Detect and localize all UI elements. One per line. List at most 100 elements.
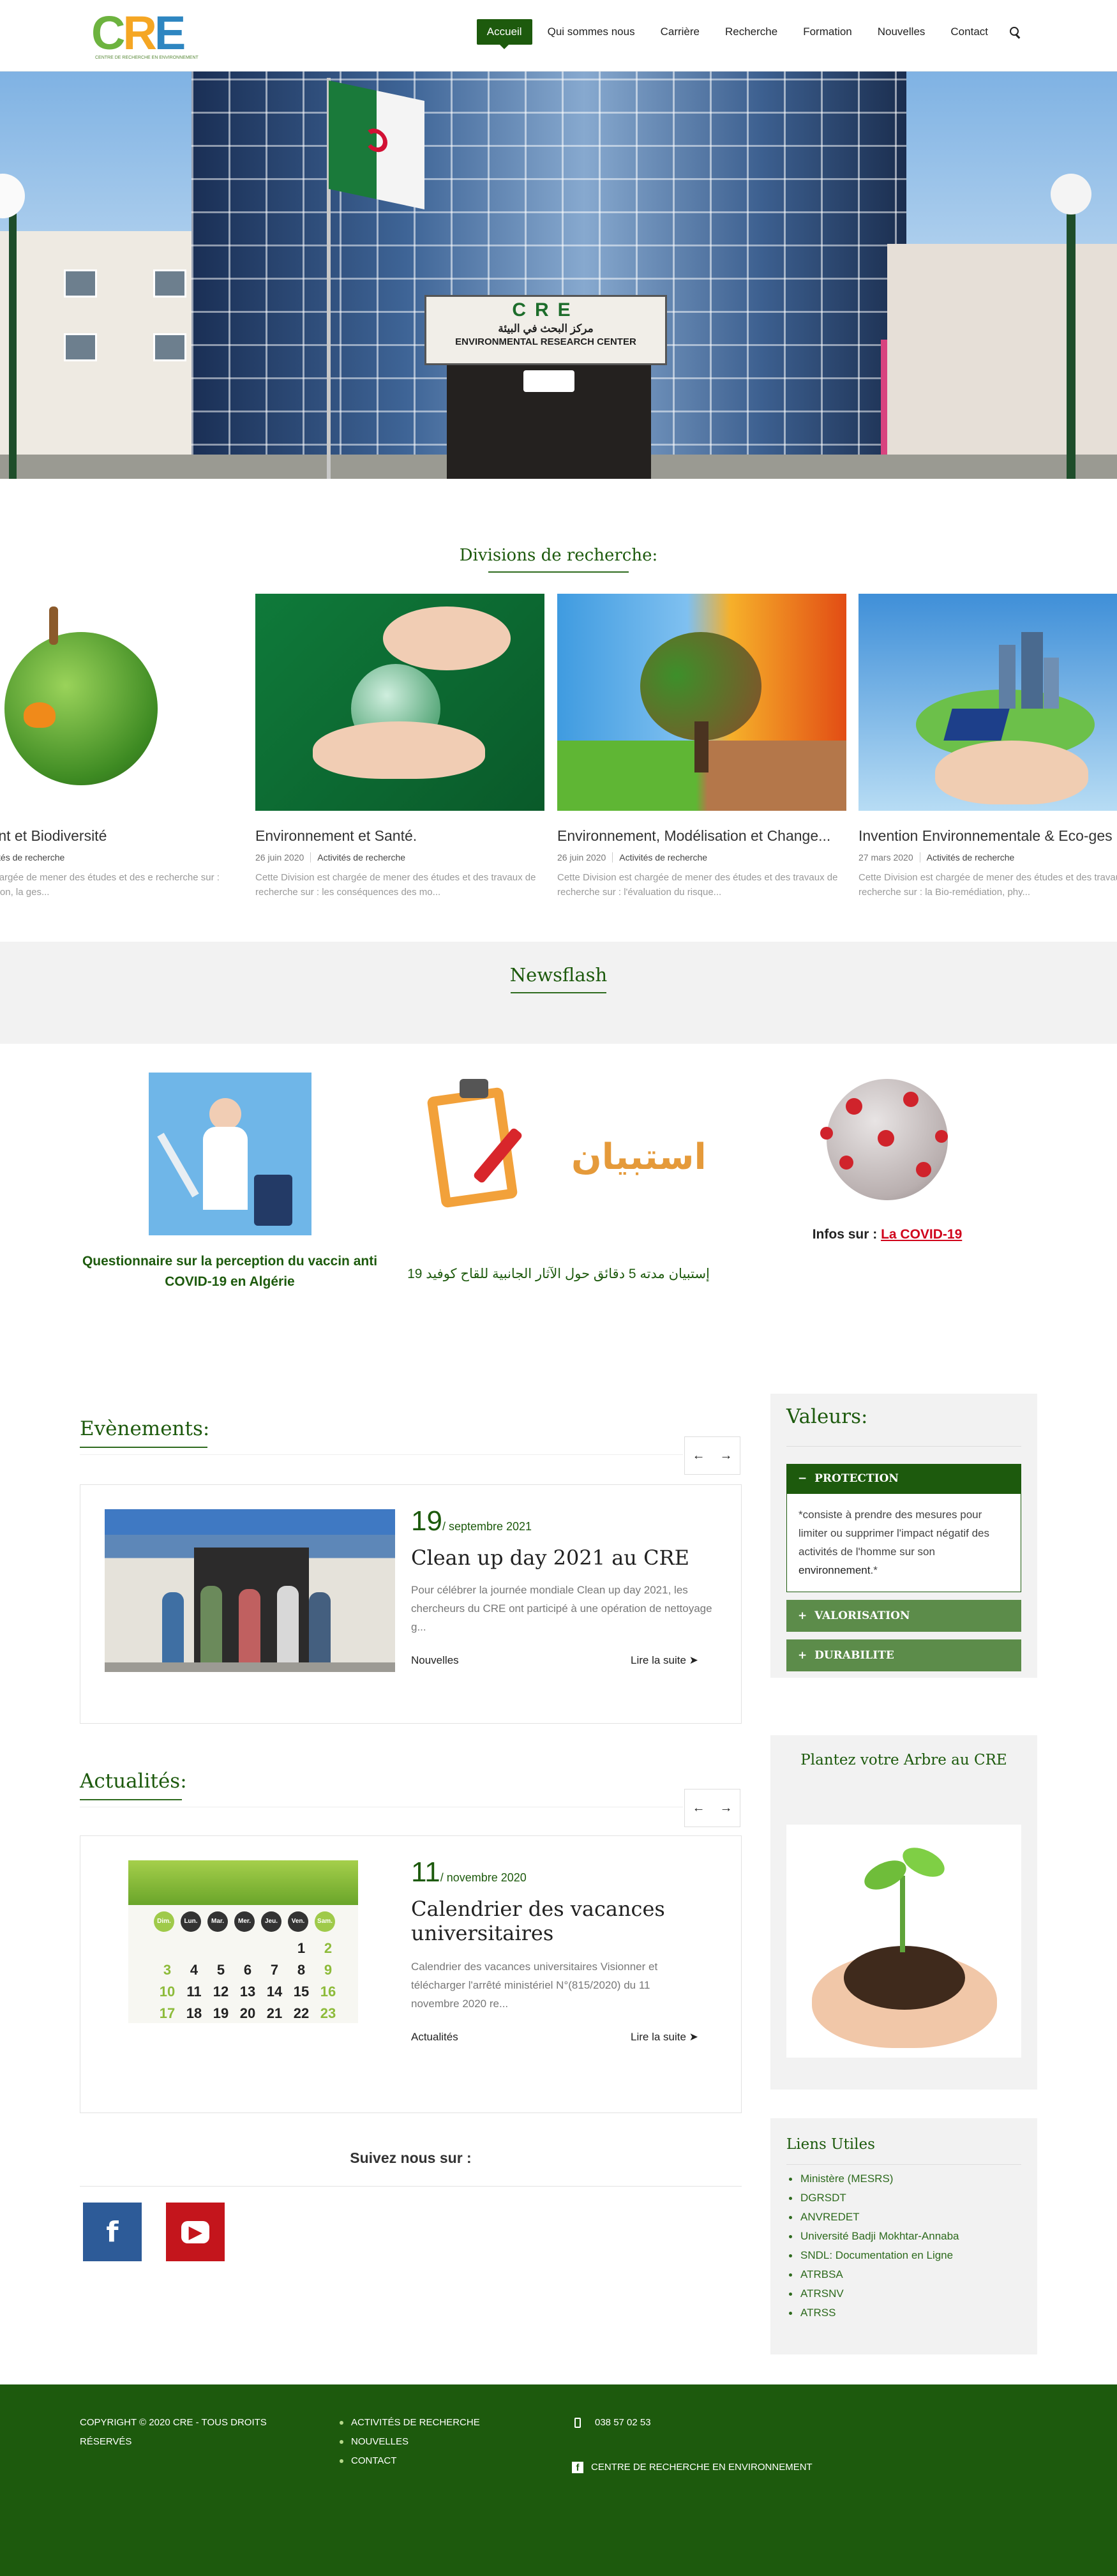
site-header: CRE CENTRE DE RECHERCHE EN ENVIRONNEMENT… bbox=[0, 0, 1117, 72]
division-desc: Cette Division est chargée de mener des … bbox=[255, 872, 536, 898]
calendar-day-number: 6 bbox=[243, 1962, 252, 1978]
nav-recherche[interactable]: Recherche bbox=[715, 19, 788, 45]
news-card: Dim. Lun. Mar. Mer. Jeu. Ven. Sam. 1 2 3 4 5 6 7 8 9 10… bbox=[80, 1835, 742, 2113]
division-title[interactable]: Invention Environnementale & Eco-ges bbox=[858, 827, 1117, 845]
divisions-carousel: nnement et Biodiversité 20Activités de r… bbox=[0, 594, 1117, 913]
sign-english: ENVIRONMENTAL RESEARCH CENTER bbox=[455, 336, 636, 347]
event-category[interactable]: Nouvelles bbox=[411, 1654, 459, 1667]
link-atrss[interactable]: ATRSS bbox=[786, 2303, 959, 2323]
vaccine-illustration[interactable] bbox=[149, 1073, 311, 1235]
calendar-day-number: 18 bbox=[186, 2005, 202, 2021]
newsflash-band: Newsflash bbox=[0, 942, 1117, 1044]
event-heading[interactable]: Clean up day 2021 au CRE bbox=[411, 1546, 717, 1570]
news-heading[interactable]: Calendrier des vacances universitaires bbox=[411, 1897, 679, 1945]
events-arrows: ← → bbox=[684, 1436, 740, 1475]
search-icon[interactable] bbox=[1008, 26, 1021, 38]
accordion-protection-body: *consiste à prendre des mesures pour lim… bbox=[786, 1493, 1021, 1592]
link-universite-annaba[interactable]: Université Badji Mokhtar-Annaba bbox=[786, 2227, 959, 2246]
division-image-health bbox=[255, 594, 544, 811]
link-mesrs[interactable]: Ministère (MESRS) bbox=[786, 2169, 959, 2188]
footer-phone: 038 57 02 53 bbox=[574, 2413, 651, 2432]
arrow-left-icon[interactable]: ← bbox=[693, 1801, 705, 1816]
calendar-weekday: Mar. bbox=[207, 1911, 228, 1932]
values-box: Valeurs: − PROTECTION *consiste à prendr… bbox=[770, 1394, 1037, 1678]
calendar-weekday: Sam. bbox=[315, 1911, 335, 1932]
events-divider bbox=[80, 1454, 683, 1455]
calendar-day-number: 2 bbox=[324, 1940, 333, 1956]
news-category[interactable]: Actualités bbox=[411, 2031, 458, 2044]
facebook-icon[interactable]: f bbox=[83, 2203, 142, 2261]
footer-link-activites[interactable]: ACTIVITÉS DE RECHERCHE bbox=[338, 2413, 480, 2432]
vaccine-caption[interactable]: Questionnaire sur la perception du vacci… bbox=[77, 1251, 383, 1292]
footer-link-contact[interactable]: CONTACT bbox=[338, 2452, 480, 2471]
nav-contact[interactable]: Contact bbox=[940, 19, 998, 45]
street-lamp-right bbox=[1051, 174, 1091, 479]
event-image[interactable] bbox=[105, 1509, 395, 1672]
division-title[interactable]: Environnement, Modélisation et Change... bbox=[557, 827, 846, 845]
hero-banner: CRE مركز البحث في البيئة ENVIRONMENTAL R… bbox=[0, 72, 1117, 479]
questionnaire-caption[interactable]: إستبيان مدته 5 دقائق حول الآثار الجانبية… bbox=[383, 1266, 734, 1282]
division-title[interactable]: Environnement et Santé. bbox=[255, 827, 544, 845]
arrow-circle-right-icon: ➤ bbox=[689, 1654, 698, 1666]
nav-accueil[interactable]: Accueil bbox=[476, 19, 532, 49]
arrow-right-icon[interactable]: → bbox=[720, 1449, 733, 1463]
link-anvredet[interactable]: ANVREDET bbox=[786, 2208, 959, 2227]
division-card[interactable]: Invention Environnementale & Eco-ges 27 … bbox=[858, 594, 1117, 900]
nav-qui-sommes-nous[interactable]: Qui sommes nous bbox=[537, 19, 645, 45]
hero-building-left bbox=[0, 231, 211, 479]
algeria-flag bbox=[329, 80, 424, 209]
division-meta: 27 mars 2020 Activités de recherche bbox=[858, 852, 1015, 862]
division-card[interactable]: nnement et Biodiversité 20Activités de r… bbox=[0, 594, 243, 900]
calendar-day-number: 12 bbox=[213, 1984, 229, 2000]
covid-virus-icon[interactable] bbox=[814, 1073, 961, 1213]
calendar-day-number: 14 bbox=[266, 1984, 283, 2000]
plus-icon: + bbox=[798, 1649, 807, 1662]
news-calendar-image[interactable]: Dim. Lun. Mar. Mer. Jeu. Ven. Sam. 1 2 3 4 5 6 7 8 9 10… bbox=[128, 1860, 358, 2023]
calendar-weekday-row: Dim. Lun. Mar. Mer. Jeu. Ven. Sam. bbox=[154, 1911, 335, 1932]
calendar-day-number: 8 bbox=[297, 1962, 306, 1978]
division-image-eco-innovation bbox=[858, 594, 1117, 811]
calendar-weekday: Jeu. bbox=[261, 1911, 281, 1932]
calendar-day-number: 13 bbox=[239, 1984, 256, 2000]
street-lamp-left bbox=[0, 174, 25, 479]
useful-links-box: Liens Utiles Ministère (MESRS) DGRSDT AN… bbox=[770, 2118, 1037, 2354]
calendar-day-number: 19 bbox=[213, 2005, 229, 2021]
covid-link[interactable]: La COVID-19 bbox=[881, 1227, 962, 1242]
division-image-biodiversity bbox=[0, 594, 243, 811]
news-read-more[interactable]: Lire la suite ➤ bbox=[631, 2031, 698, 2044]
nav-carriere[interactable]: Carrière bbox=[650, 19, 710, 45]
arrow-left-icon[interactable]: ← bbox=[693, 1449, 705, 1463]
site-logo[interactable]: CRE CENTRE DE RECHERCHE EN ENVIRONNEMENT bbox=[91, 10, 199, 61]
news-desc: Calendrier des vacances universitaires V… bbox=[411, 1961, 658, 2010]
link-dgrsdt[interactable]: DGRSDT bbox=[786, 2188, 959, 2208]
calendar-weekday: Ven. bbox=[288, 1911, 308, 1932]
division-card[interactable]: Environnement, Modélisation et Change...… bbox=[557, 594, 846, 900]
plant-tree-title[interactable]: Plantez votre Arbre au CRE bbox=[770, 1752, 1037, 1768]
division-desc: Cette Division est chargée de mener des … bbox=[858, 872, 1117, 898]
link-atrsnv[interactable]: ATRSNV bbox=[786, 2284, 959, 2303]
footer-link-nouvelles[interactable]: NOUVELLES bbox=[338, 2432, 480, 2452]
footer-facebook[interactable]: f CENTRE DE RECHERCHE EN ENVIRONNEMENT bbox=[572, 2458, 813, 2477]
news-title: Actualités: bbox=[80, 1770, 187, 1800]
nav-nouvelles[interactable]: Nouvelles bbox=[867, 19, 936, 45]
youtube-icon[interactable]: ▶ bbox=[166, 2203, 225, 2261]
calendar-day-number: 17 bbox=[159, 2005, 176, 2021]
calendar-day-number: 20 bbox=[239, 2005, 256, 2021]
calendar-day-number: 10 bbox=[159, 1984, 176, 2000]
arrow-right-icon[interactable]: → bbox=[720, 1801, 733, 1816]
event-read-more[interactable]: Lire la suite ➤ bbox=[631, 1654, 698, 1667]
questionnaire-illustration[interactable]: استبيان bbox=[421, 1073, 707, 1235]
link-atrbsa[interactable]: ATRBSA bbox=[786, 2265, 959, 2284]
plant-tree-image[interactable] bbox=[786, 1825, 1021, 2058]
accordion-protection[interactable]: − PROTECTION bbox=[786, 1464, 1021, 1493]
division-title[interactable]: nnement et Biodiversité bbox=[0, 827, 243, 845]
link-sndl[interactable]: SNDL: Documentation en Ligne bbox=[786, 2246, 959, 2265]
division-card[interactable]: Environnement et Santé. 26 juin 2020 Acti… bbox=[255, 594, 544, 900]
hero-sign: CRE مركز البحث في البيئة ENVIRONMENTAL R… bbox=[424, 295, 667, 365]
accordion-durabilite[interactable]: + DURABILITE bbox=[786, 1639, 1021, 1671]
calendar-day-number: 3 bbox=[163, 1962, 172, 1978]
social-divider bbox=[80, 2186, 742, 2187]
main-nav: Accueil Qui sommes nous Carrière Recherc… bbox=[472, 19, 1021, 49]
accordion-valorisation[interactable]: + VALORISATION bbox=[786, 1600, 1021, 1632]
nav-formation[interactable]: Formation bbox=[793, 19, 862, 45]
